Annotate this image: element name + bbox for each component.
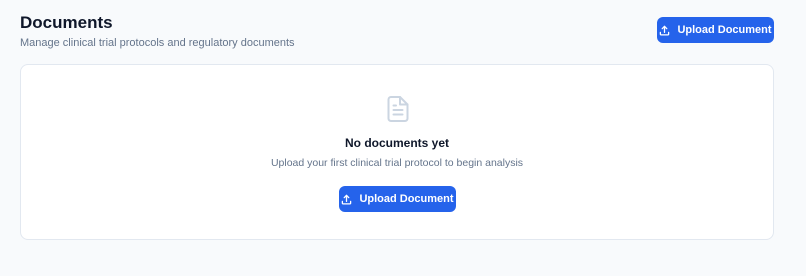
upload-icon	[341, 194, 352, 205]
empty-state-title: No documents yet	[344, 136, 449, 150]
upload-document-button-label: Upload Document	[677, 24, 772, 36]
page-subtitle: Manage clinical trial protocols and regu…	[20, 37, 295, 49]
documents-card: No documents yet Upload your first clini…	[20, 64, 774, 240]
empty-state-upload-button[interactable]: Upload Document	[339, 186, 456, 212]
empty-state: No documents yet Upload your first clini…	[21, 65, 773, 239]
upload-icon	[659, 25, 670, 36]
empty-state-upload-button-label: Upload Document	[359, 193, 454, 205]
empty-state-description: Upload your first clinical trial protoco…	[270, 157, 524, 169]
page-title: Documents	[20, 13, 113, 32]
document-icon	[386, 95, 410, 123]
page-header: Documents Manage clinical trial protocol…	[20, 12, 774, 52]
documents-page: Documents Manage clinical trial protocol…	[0, 0, 806, 276]
upload-document-button[interactable]: Upload Document	[657, 17, 774, 43]
